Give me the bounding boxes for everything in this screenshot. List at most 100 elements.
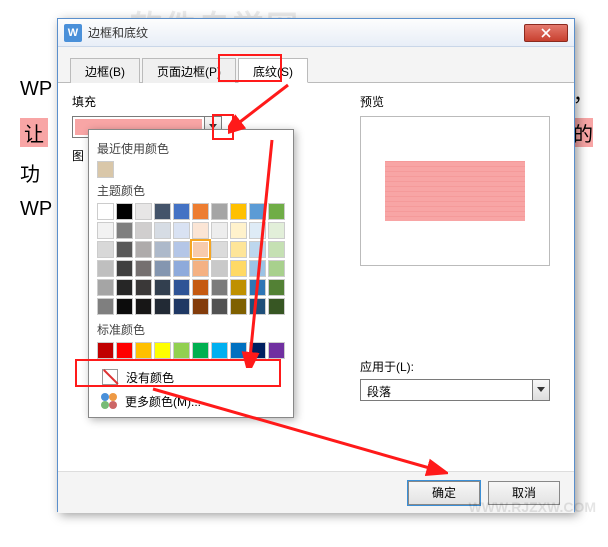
color-swatch[interactable] <box>135 241 152 258</box>
tab-shading[interactable]: 底纹(S) <box>238 58 308 83</box>
color-swatch[interactable] <box>173 241 190 258</box>
dropdown-button[interactable] <box>532 380 549 400</box>
color-swatch[interactable] <box>211 342 228 359</box>
color-swatch[interactable] <box>249 241 266 258</box>
color-swatch[interactable] <box>211 279 228 296</box>
tab-row: 边框(B) 页面边框(P) 底纹(S) <box>58 47 574 83</box>
color-swatch[interactable] <box>116 222 133 239</box>
bg-text: 的 <box>573 118 593 147</box>
apply-to-value: 段落 <box>361 380 532 400</box>
theme-colors-label: 主题颜色 <box>97 182 285 199</box>
color-swatch[interactable] <box>97 241 114 258</box>
color-swatch[interactable] <box>211 203 228 220</box>
color-swatch[interactable] <box>192 279 209 296</box>
color-swatch[interactable] <box>97 298 114 315</box>
color-swatch[interactable] <box>97 342 114 359</box>
color-swatch[interactable] <box>154 279 171 296</box>
preview-label: 预览 <box>360 93 560 110</box>
color-swatch[interactable] <box>268 241 285 258</box>
color-swatch[interactable] <box>230 260 247 277</box>
theme-colors-grid <box>97 203 285 315</box>
color-swatch[interactable] <box>268 298 285 315</box>
apply-to-combo[interactable]: 段落 <box>360 379 550 401</box>
color-swatch[interactable] <box>173 342 190 359</box>
color-swatch[interactable] <box>192 298 209 315</box>
color-swatch[interactable] <box>192 222 209 239</box>
color-swatch[interactable] <box>249 222 266 239</box>
watermark-url: WWW.RJZXW.COM <box>468 499 596 515</box>
color-swatch[interactable] <box>268 222 285 239</box>
color-swatch[interactable] <box>116 279 133 296</box>
color-swatch[interactable] <box>173 279 190 296</box>
color-swatch[interactable] <box>135 279 152 296</box>
color-swatch[interactable] <box>97 260 114 277</box>
color-swatch[interactable] <box>211 241 228 258</box>
color-swatch[interactable] <box>116 260 133 277</box>
bg-text: 功 <box>20 158 40 187</box>
color-swatch[interactable] <box>211 222 228 239</box>
preview-box <box>360 116 550 266</box>
color-swatch[interactable] <box>268 203 285 220</box>
color-swatch[interactable] <box>154 222 171 239</box>
color-swatch[interactable] <box>192 260 209 277</box>
color-swatch[interactable] <box>154 203 171 220</box>
color-swatch[interactable] <box>230 203 247 220</box>
close-button[interactable] <box>524 24 568 42</box>
color-swatch[interactable] <box>173 298 190 315</box>
more-colors-option[interactable]: 更多颜色(M)... <box>97 389 285 413</box>
color-swatch[interactable] <box>97 222 114 239</box>
recent-colors-label: 最近使用颜色 <box>97 140 285 157</box>
color-swatch[interactable] <box>192 342 209 359</box>
color-swatch[interactable] <box>230 342 247 359</box>
more-colors-label: 更多颜色(M)... <box>125 393 201 410</box>
color-swatch[interactable] <box>230 241 247 258</box>
color-swatch[interactable] <box>154 342 171 359</box>
color-swatch[interactable] <box>230 298 247 315</box>
color-swatch[interactable] <box>268 279 285 296</box>
color-swatch[interactable] <box>230 279 247 296</box>
color-swatch[interactable] <box>116 342 133 359</box>
color-swatch[interactable] <box>135 222 152 239</box>
color-swatch[interactable] <box>116 203 133 220</box>
color-swatch[interactable] <box>135 342 152 359</box>
color-swatch[interactable] <box>154 260 171 277</box>
color-swatch[interactable] <box>135 203 152 220</box>
color-swatch[interactable] <box>97 203 114 220</box>
bg-text: ， <box>573 78 593 107</box>
color-swatch[interactable] <box>173 203 190 220</box>
color-swatch[interactable] <box>211 260 228 277</box>
color-picker-popup: 最近使用颜色 主题颜色 标准颜色 没有颜色 更多颜 <box>88 129 294 418</box>
color-swatch[interactable] <box>249 279 266 296</box>
color-swatch[interactable] <box>173 222 190 239</box>
color-swatch[interactable] <box>268 260 285 277</box>
tab-border[interactable]: 边框(B) <box>70 58 140 83</box>
no-color-option[interactable]: 没有颜色 <box>97 365 285 389</box>
app-icon: W <box>64 24 82 42</box>
color-swatch[interactable] <box>268 342 285 359</box>
color-swatch[interactable] <box>154 241 171 258</box>
color-swatch[interactable] <box>154 298 171 315</box>
color-swatch[interactable] <box>173 260 190 277</box>
color-swatch[interactable] <box>249 203 266 220</box>
color-swatch[interactable] <box>249 342 266 359</box>
recent-colors-row <box>97 161 287 178</box>
color-swatch[interactable] <box>230 222 247 239</box>
color-swatch[interactable] <box>192 203 209 220</box>
color-swatch[interactable] <box>97 279 114 296</box>
color-swatch[interactable] <box>249 260 266 277</box>
color-swatch[interactable] <box>211 298 228 315</box>
color-swatch[interactable] <box>116 298 133 315</box>
apply-to-label: 应用于(L): <box>360 358 560 375</box>
pattern-label: 图 <box>72 147 84 164</box>
color-swatch[interactable] <box>135 298 152 315</box>
color-swatch[interactable] <box>97 161 114 178</box>
color-swatch[interactable] <box>116 241 133 258</box>
no-color-label: 没有颜色 <box>126 369 174 386</box>
color-swatch[interactable] <box>192 241 209 258</box>
color-wheel-icon <box>101 393 117 409</box>
color-swatch[interactable] <box>249 298 266 315</box>
tab-page-border[interactable]: 页面边框(P) <box>142 58 236 83</box>
bg-text: WP <box>20 78 52 101</box>
borders-shading-dialog: W 边框和底纹 边框(B) 页面边框(P) 底纹(S) 填充 图 最近使用颜色 … <box>57 18 575 512</box>
color-swatch[interactable] <box>135 260 152 277</box>
